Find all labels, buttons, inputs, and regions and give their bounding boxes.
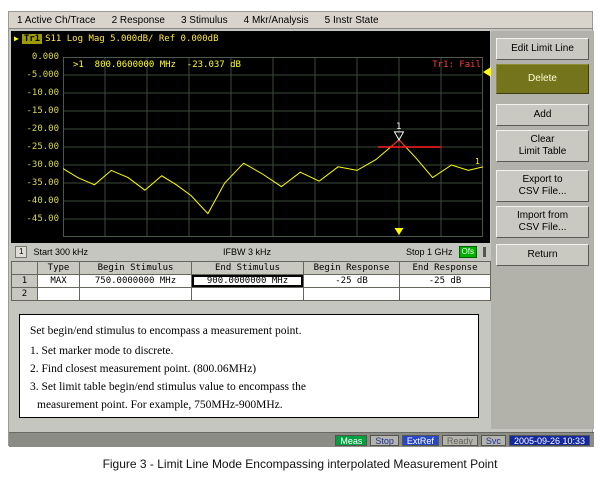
softkey-panel: Edit Limit Line Delete Add Clear Limit T… — [491, 31, 594, 429]
limit-table: Type Begin Stimulus End Stimulus Begin R… — [11, 261, 491, 301]
column-header-end-stimulus: End Stimulus — [192, 262, 304, 275]
extref-status-badge: ExtRef — [402, 435, 439, 446]
y-axis-label: -5.000 — [13, 70, 59, 80]
y-axis-label: -25.00 — [13, 142, 59, 152]
note-line: measurement point. For example, 750MHz-9… — [30, 396, 468, 414]
trace-indicator-icon: ▶ — [14, 35, 19, 43]
graph-area: 11 ▶ Tr1 S11 Log Mag 5.000dB/ Ref 0.000d… — [11, 31, 490, 243]
instrument-status-bar: Meas Stop ExtRef Ready Svc 2005-09-26 10… — [9, 432, 594, 447]
limit-table-header-row: Type Begin Stimulus End Stimulus Begin R… — [12, 262, 491, 275]
softkey-button[interactable]: Add — [496, 104, 589, 126]
menu-response[interactable]: 2 Response — [112, 15, 165, 26]
svc-status-badge: Svc — [481, 435, 506, 446]
limit-table-row-1: 1 MAX 750.0000000 MHz 900.0000000 MHz -2… — [12, 275, 491, 288]
plot-svg: 11 — [63, 57, 483, 237]
cell-begin-response-2[interactable] — [304, 288, 400, 301]
y-axis-label: -35.00 — [13, 178, 59, 188]
row-number: 2 — [12, 288, 38, 301]
ifbw-label: IFBW 3 kHz — [94, 247, 400, 257]
datetime-display: 2005-09-26 10:33 — [509, 435, 590, 446]
softkey-button[interactable]: Export to CSV File... — [496, 170, 589, 202]
softkey-button[interactable]: Edit Limit Line — [496, 38, 589, 60]
y-axis-label: -10.00 — [13, 88, 59, 98]
cell-begin-stimulus-2[interactable] — [80, 288, 192, 301]
softkey-label: Limit Table — [519, 146, 567, 158]
note-line: 1. Set marker mode to discrete. — [30, 342, 468, 360]
stop-frequency-label: Stop 1 GHz — [406, 247, 453, 257]
menu-bar: 1 Active Ch/Trace 2 Response 3 Stimulus … — [9, 12, 592, 29]
cell-begin-stimulus-1[interactable]: 750.0000000 MHz — [80, 275, 192, 288]
softkey-label: Import from — [517, 210, 568, 222]
softkey-label: CSV File... — [519, 222, 567, 234]
column-header-begin-stimulus: Begin Stimulus — [80, 262, 192, 275]
column-header-begin-response: Begin Response — [304, 262, 400, 275]
cell-end-stimulus-2[interactable] — [192, 288, 304, 301]
bar-end-divider — [483, 247, 486, 257]
instrument-screen: 1 Active Ch/Trace 2 Response 3 Stimulus … — [8, 11, 593, 446]
channel-number-badge: 1 — [15, 246, 27, 258]
softkey-label: Return — [527, 249, 557, 261]
y-axis-label: -30.00 — [13, 160, 59, 170]
softkey-label: Edit Limit Line — [511, 43, 574, 55]
row-number: 1 — [12, 275, 38, 288]
stimulus-bar: 1 Start 300 kHz IFBW 3 kHz Stop 1 GHz Of… — [11, 245, 490, 259]
table-corner-cell — [12, 262, 38, 275]
cell-begin-response-1[interactable]: -25 dB — [304, 275, 400, 288]
trace-name-badge: Tr1 — [22, 34, 42, 44]
softkey-label: Delete — [528, 73, 557, 85]
menu-instr-state[interactable]: 5 Instr State — [325, 15, 379, 26]
marker-readout: >1 800.0600000 MHz -23.037 dB — [73, 60, 241, 70]
sweep-status-badge: Stop — [370, 435, 399, 446]
svg-text:1: 1 — [475, 157, 480, 166]
softkey-label: Export to — [522, 174, 562, 186]
svg-text:1: 1 — [396, 122, 401, 132]
limit-fail-status: Tr1: Fail — [432, 60, 481, 70]
menu-stimulus[interactable]: 3 Stimulus — [181, 15, 228, 26]
trace-header: ▶ Tr1 S11 Log Mag 5.000dB/ Ref 0.000dB — [14, 33, 218, 44]
softkey-label: Clear — [531, 134, 555, 146]
meas-status-badge: Meas — [335, 435, 367, 446]
softkey-button[interactable]: Return — [496, 244, 589, 266]
offset-indicator-badge: Ofs — [459, 246, 477, 258]
y-axis-label: -15.00 — [13, 106, 59, 116]
cell-end-stimulus-1[interactable]: 900.0000000 MHz — [192, 275, 304, 288]
softkey-button[interactable]: Delete — [496, 64, 589, 94]
y-axis-label: -20.00 — [13, 124, 59, 134]
cell-type-2[interactable] — [38, 288, 80, 301]
menu-active-ch-trace[interactable]: 1 Active Ch/Trace — [17, 15, 96, 26]
figure-caption: Figure 3 - Limit Line Mode Encompassing … — [0, 457, 600, 471]
cell-type-1[interactable]: MAX — [38, 275, 80, 288]
start-frequency-label: Start 300 kHz — [33, 247, 88, 257]
softkey-pointer-icon — [483, 67, 491, 77]
softkey-button[interactable]: Import from CSV File... — [496, 206, 589, 238]
note-line: Set begin/end stimulus to encompass a me… — [30, 322, 468, 340]
y-axis-label: 0.000 — [13, 52, 59, 62]
column-header-end-response: End Response — [400, 262, 491, 275]
softkey-label: Add — [534, 109, 552, 121]
cell-end-response-2[interactable] — [400, 288, 491, 301]
softkey-button[interactable]: Clear Limit Table — [496, 130, 589, 162]
softkey-label: CSV File... — [519, 186, 567, 198]
cell-end-response-1[interactable]: -25 dB — [400, 275, 491, 288]
trace-header-text: S11 Log Mag 5.000dB/ Ref 0.000dB — [45, 34, 218, 44]
menu-mkr-analysis[interactable]: 4 Mkr/Analysis — [244, 15, 309, 26]
note-line: 3. Set limit table begin/end stimulus va… — [30, 378, 468, 396]
ready-status-badge: Ready — [442, 435, 478, 446]
limit-table-row-2: 2 — [12, 288, 491, 301]
y-axis-label: -40.00 — [13, 196, 59, 206]
note-line: 2. Find closest measurement point. (800.… — [30, 360, 468, 378]
y-axis-label: -45.00 — [13, 214, 59, 224]
annotation-note-box: Set begin/end stimulus to encompass a me… — [19, 314, 479, 418]
column-header-type: Type — [38, 262, 80, 275]
